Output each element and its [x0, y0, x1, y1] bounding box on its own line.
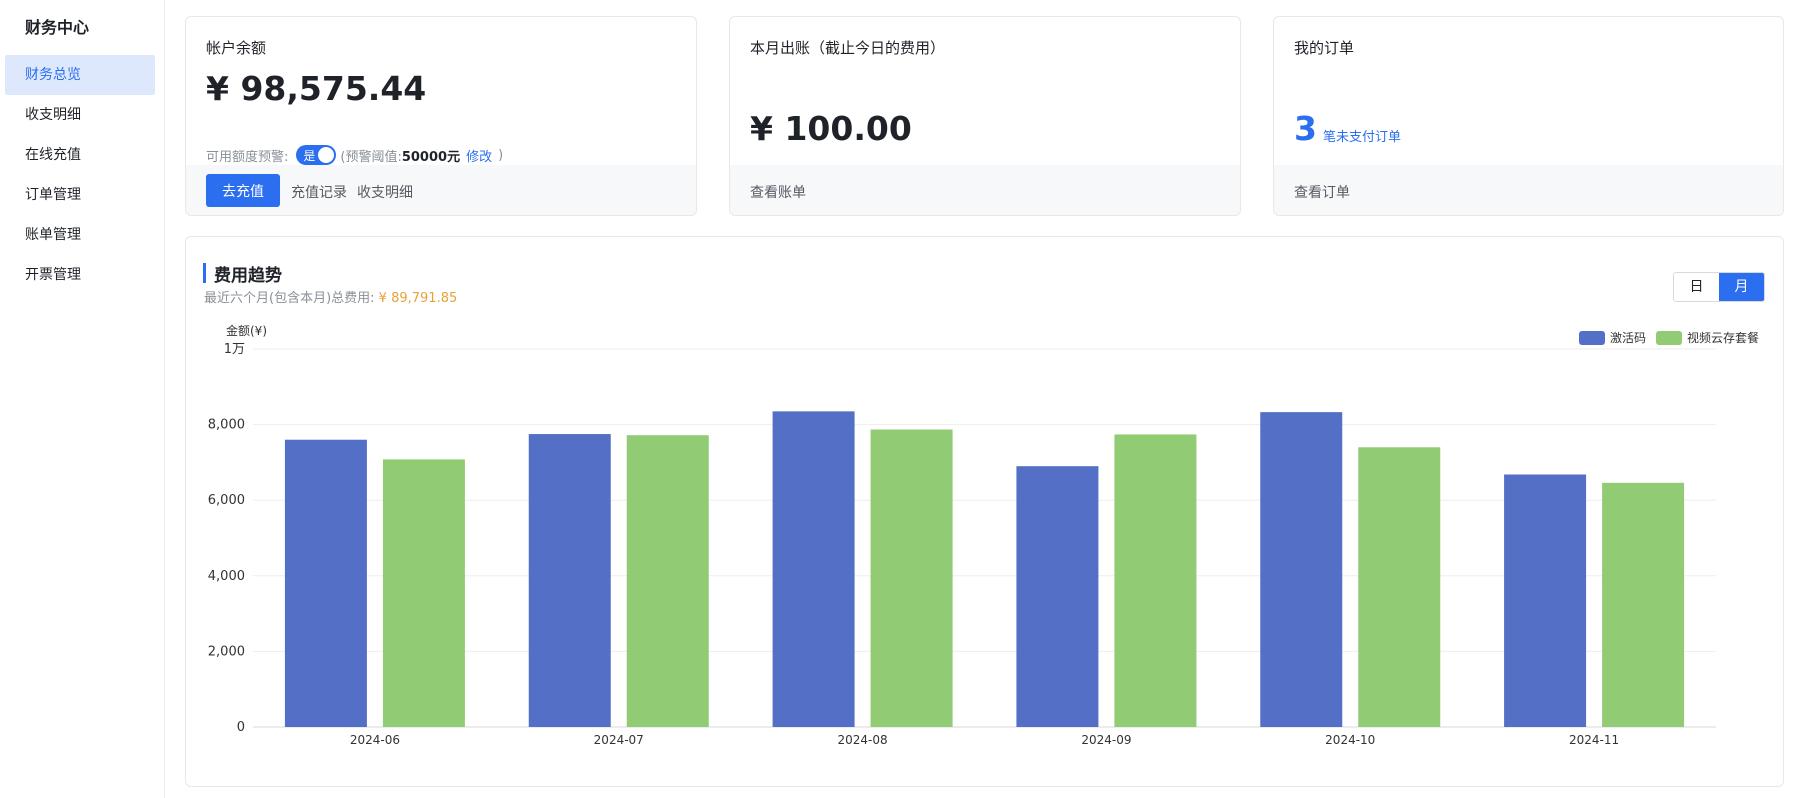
y-axis-label: 金额(¥)	[226, 323, 267, 338]
warning-threshold-prefix: (预警阈值:	[340, 149, 402, 165]
recharge-record-link[interactable]: 充值记录	[291, 182, 347, 202]
view-orders-link[interactable]: 查看订单	[1294, 182, 1350, 202]
x-tick-label: 2024-06	[350, 733, 400, 747]
bar-1-2024-08	[772, 411, 855, 727]
warning-threshold-value: 50000元	[401, 149, 461, 165]
bar-2-2024-09	[1114, 434, 1197, 727]
toggle-knob	[318, 147, 335, 163]
warning-threshold-suffix: )	[498, 147, 504, 163]
income-detail-link[interactable]: 收支明细	[357, 182, 413, 202]
bar-2-2024-08	[870, 429, 953, 727]
y-tick-label: 2,000	[208, 644, 245, 659]
x-tick-label: 2024-08	[838, 733, 888, 747]
y-tick-label: 1万	[224, 342, 245, 357]
balance-amount: ¥ 98,575.44	[206, 69, 427, 108]
bar-1-2024-07	[528, 434, 611, 727]
x-tick-label: 2024-09	[1081, 733, 1131, 747]
bar-1-2024-06	[284, 439, 367, 727]
orders-card-title: 我的订单	[1294, 39, 1355, 57]
x-tick-label: 2024-07	[594, 733, 644, 747]
bar-1-2024-10	[1260, 412, 1343, 727]
bar-2-2024-10	[1358, 447, 1441, 727]
cost-trend-panel: 费用趋势 最近六个月(包含本月)总费用: ¥ 89,791.85 日 月 激活码…	[185, 236, 1784, 787]
bar-2-2024-11	[1602, 482, 1685, 727]
balance-warning-row: 可用额度预警: 是 (预警阈值: 50000元 修改 )	[206, 145, 503, 165]
sidebar-item-invoice-management[interactable]: 开票管理	[5, 255, 155, 295]
cost-trend-chart: 金额(¥) 0 2,000 4,000 6,000 8,000 1万 2024-06 2024-…	[208, 323, 1716, 747]
balance-card: 帐户余额 ¥ 98,575.44 可用额度预警: 是 (预警阈值: 50000元…	[185, 16, 697, 216]
sidebar-item-finance-overview[interactable]: 财务总览	[5, 55, 155, 95]
recharge-button[interactable]: 去充值	[206, 174, 280, 207]
y-tick-label: 0	[237, 720, 245, 735]
balance-card-footer: 去充值 充值记录 收支明细	[186, 165, 696, 215]
x-tick-label: 2024-11	[1569, 733, 1619, 747]
unpaid-order-label[interactable]: 笔未支付订单	[1323, 126, 1401, 145]
balance-card-title: 帐户余额	[206, 39, 267, 57]
toggle-text: 是	[303, 148, 316, 163]
bill-card: 本月出账（截止今日的费用） ¥ 100.00 查看账单	[729, 16, 1241, 216]
view-bill-link[interactable]: 查看账单	[750, 182, 806, 202]
sidebar-item-bill-management[interactable]: 账单管理	[5, 215, 155, 255]
orders-card: 我的订单 3 笔未支付订单 查看订单	[1273, 16, 1784, 216]
x-tick-label: 2024-10	[1325, 733, 1375, 747]
y-tick-label: 4,000	[208, 569, 245, 584]
y-tick-label: 8,000	[208, 418, 245, 433]
bar-2-2024-06	[382, 459, 465, 727]
bill-card-title: 本月出账（截止今日的费用）	[750, 39, 946, 57]
unpaid-order-count[interactable]: 3	[1294, 109, 1317, 148]
warning-label: 可用额度预警:	[206, 149, 289, 165]
sidebar: 财务中心 财务总览 收支明细 在线充值 订单管理 账单管理 开票管理	[0, 0, 165, 798]
warning-edit-link[interactable]: 修改	[466, 146, 492, 165]
sidebar-item-order-management[interactable]: 订单管理	[5, 175, 155, 215]
orders-card-footer: 查看订单	[1274, 165, 1783, 215]
sidebar-title: 财务中心	[25, 18, 90, 37]
y-tick-label: 6,000	[208, 493, 245, 508]
bar-1-2024-11	[1504, 474, 1587, 727]
sidebar-item-online-recharge[interactable]: 在线充值	[5, 135, 155, 175]
bar-1-2024-09	[1016, 466, 1099, 727]
bar-2-2024-07	[626, 435, 709, 727]
sidebar-item-income-detail[interactable]: 收支明细	[5, 95, 155, 135]
bill-card-footer: 查看账单	[730, 165, 1240, 215]
bill-amount: ¥ 100.00	[750, 109, 912, 148]
warning-toggle[interactable]: 是	[296, 145, 337, 165]
